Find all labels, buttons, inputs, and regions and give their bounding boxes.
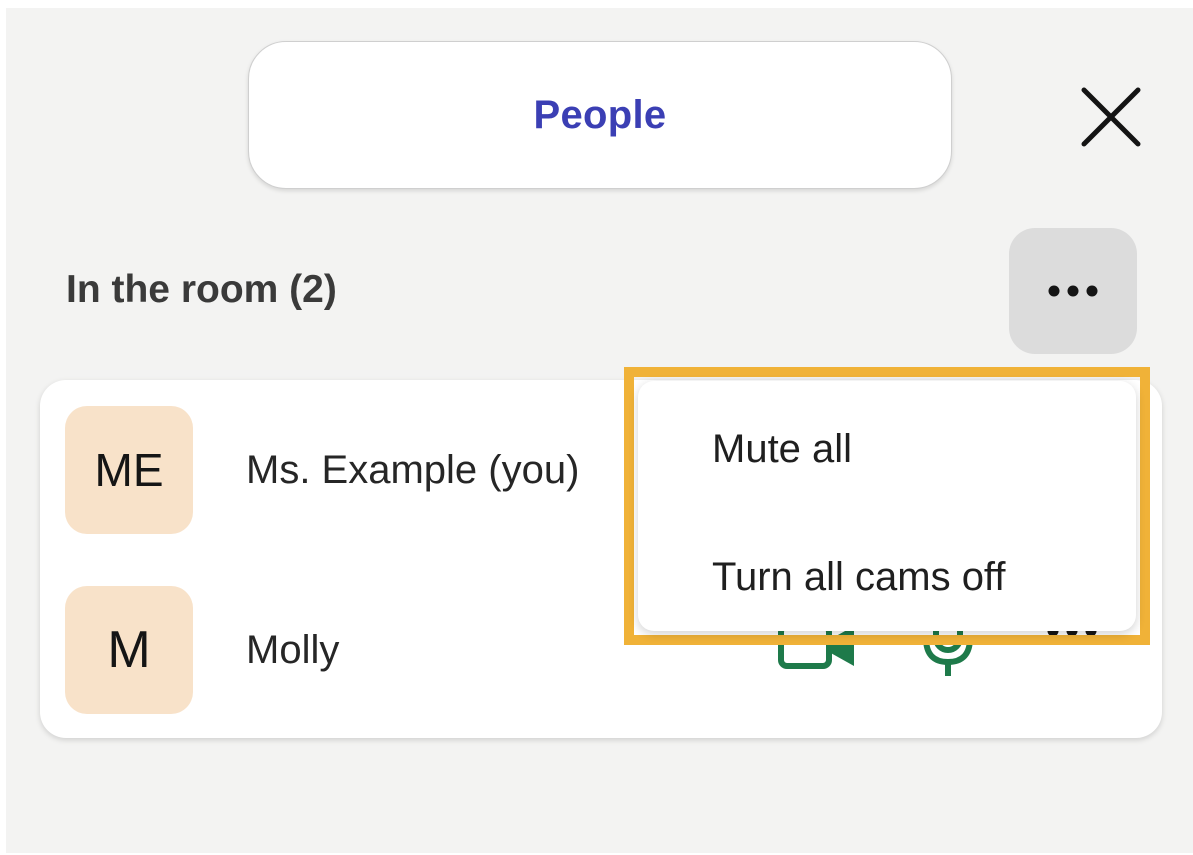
close-icon (1081, 87, 1141, 147)
avatar: ME (65, 406, 193, 534)
menu-item-turn-all-cams-off[interactable]: Turn all cams off (712, 555, 1005, 600)
section-title: In the room (2) (66, 268, 337, 311)
options-menu: Mute all Turn all cams off (638, 381, 1136, 631)
close-button[interactable] (1078, 84, 1144, 150)
participant-name: Molly (246, 628, 340, 672)
avatar: M (65, 586, 193, 714)
more-horizontal-icon (1048, 285, 1098, 297)
tab-people[interactable]: People (248, 41, 952, 189)
participant-name: Ms. Example (you) (246, 448, 580, 492)
tab-people-label: People (533, 92, 667, 137)
menu-item-mute-all[interactable]: Mute all (712, 427, 852, 472)
options-menu-highlight: Mute all Turn all cams off (624, 367, 1150, 645)
room-more-options-button[interactable] (1009, 228, 1137, 354)
